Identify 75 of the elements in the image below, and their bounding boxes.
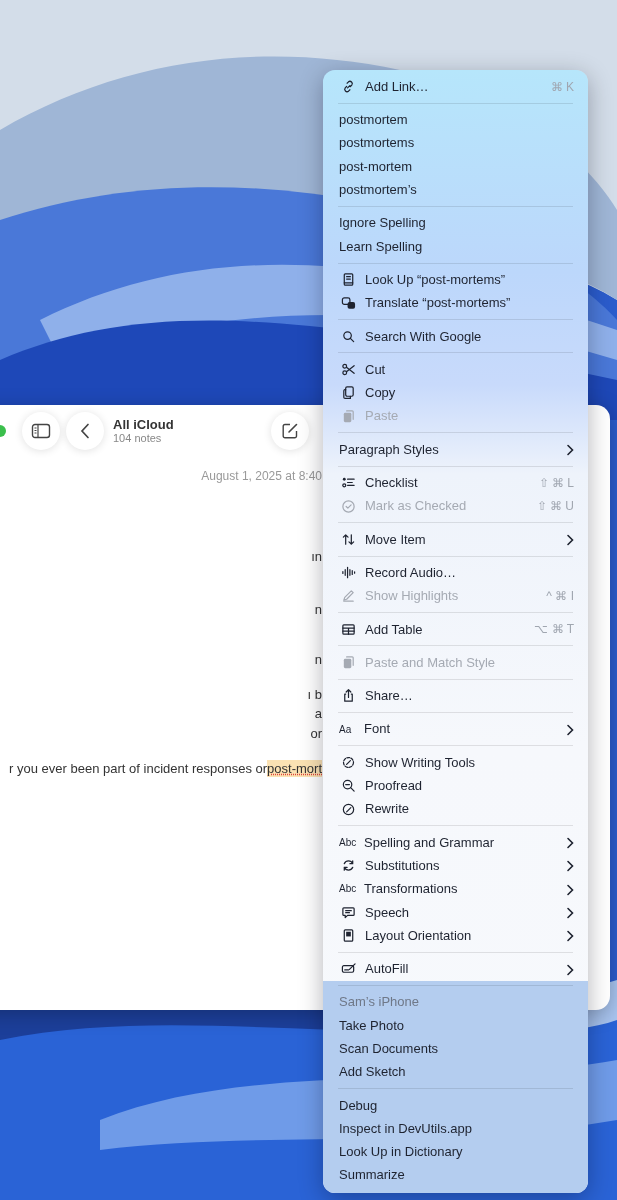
menu-item[interactable]: Rewrite <box>323 797 588 821</box>
menu-item[interactable]: Checklist ⇧ ⌘ L <box>323 471 588 495</box>
menu-item[interactable]: Look Up in Dictionary <box>323 1140 588 1164</box>
chevron-icon <box>566 930 574 943</box>
menu-item[interactable]: Debug <box>323 1093 588 1117</box>
check-circle-icon <box>340 498 356 514</box>
menu-item[interactable]: Cut <box>323 357 588 382</box>
chevron-icon <box>566 907 574 920</box>
note-text: n <box>314 600 322 618</box>
sidebar-toggle-button[interactable] <box>22 412 60 450</box>
menu-item[interactable]: postmortem <box>323 108 588 132</box>
note-text: n <box>314 651 322 668</box>
chevron-icon <box>566 837 574 850</box>
chevron-icon <box>566 444 574 457</box>
note-text: a <box>314 705 322 722</box>
table-icon <box>340 621 356 637</box>
writing-tools-icon <box>340 754 356 770</box>
note-text: ın <box>311 548 322 565</box>
menu-item[interactable]: Add Table ⌥ ⌘ T <box>323 617 588 641</box>
compose-icon <box>281 422 299 440</box>
scissors-icon <box>340 362 356 378</box>
note-text: ı b <box>307 685 322 703</box>
menu-item[interactable]: post-mortem <box>323 154 588 179</box>
compose-button[interactable] <box>271 412 309 450</box>
waveform-icon <box>340 565 356 581</box>
back-button[interactable] <box>66 412 104 450</box>
menu-item[interactable]: Learn Spelling <box>323 234 588 259</box>
misspelled-word: post-mort <box>267 760 322 777</box>
menu-item[interactable]: Proofread <box>323 774 588 798</box>
menu-item[interactable]: Layout Orientation <box>323 923 588 948</box>
menu-item[interactable]: Show Writing Tools <box>323 750 588 775</box>
up-down-arrows-icon <box>340 531 356 547</box>
note-count: 104 notes <box>113 432 163 445</box>
menu-item[interactable]: Summarize <box>323 1163 588 1187</box>
menu-item[interactable]: postmortems <box>323 131 588 155</box>
menu-item[interactable]: Record Audio… <box>323 561 588 585</box>
menu-item[interactable]: Search With Google <box>323 324 588 348</box>
menu-item[interactable]: Abc Transformations <box>323 877 588 901</box>
menu-item[interactable]: Share… <box>323 684 588 708</box>
chevron-icon <box>566 860 574 873</box>
note-text: or <box>310 724 322 742</box>
search-icon <box>340 328 356 344</box>
menu-item[interactable]: Paragraph Styles <box>323 437 588 462</box>
menu-item[interactable]: Add Link… ⌘ K <box>323 75 588 99</box>
rewrite-icon <box>340 801 356 817</box>
menu-item[interactable]: Ignore Spelling <box>323 211 588 235</box>
section-header: Sam’s iPhone <box>338 993 420 1012</box>
chevron-icon <box>566 724 574 736</box>
menu-item[interactable]: Speech <box>323 900 588 924</box>
pencil-icon <box>340 588 356 604</box>
folder-title: All iCloud <box>113 417 175 432</box>
note-date: August 1, 2025 at 8:40 <box>201 468 322 485</box>
menu-item[interactable]: Add Sketch <box>323 1060 588 1084</box>
sidebar-icon <box>31 423 51 439</box>
menu-item[interactable]: Abc Spelling and Grammar <box>323 830 588 854</box>
chevron-icon <box>566 883 574 896</box>
menu-item[interactable]: Translate “post-mortems” <box>323 291 588 315</box>
menu-item[interactable]: Inspect in DevUtils.app <box>323 1117 588 1141</box>
menu-item[interactable]: Look Up “post-mortems” <box>323 268 588 292</box>
menu-item[interactable]: Aa Font <box>323 717 588 741</box>
menu-item[interactable]: AutoFill <box>323 957 588 981</box>
proofread-icon <box>340 778 356 794</box>
copy-icon <box>340 385 356 401</box>
menu-item[interactable]: Scan Documents <box>323 1037 588 1061</box>
back-icon <box>80 423 90 439</box>
note-text: r you ever been part of incident responses or <box>9 760 268 777</box>
chevron-icon <box>566 963 574 976</box>
menu-item[interactable]: Take Photo <box>323 1013 588 1038</box>
menu-item[interactable]: postmortem’s <box>323 178 588 202</box>
menu-item[interactable]: Move Item <box>323 527 588 552</box>
chevron-icon <box>566 534 574 547</box>
menu-item[interactable]: Copy <box>323 381 588 405</box>
menu-item[interactable]: Substitutions <box>323 854 588 878</box>
translate-icon <box>340 295 356 311</box>
speech-bubble-icon <box>340 904 356 920</box>
